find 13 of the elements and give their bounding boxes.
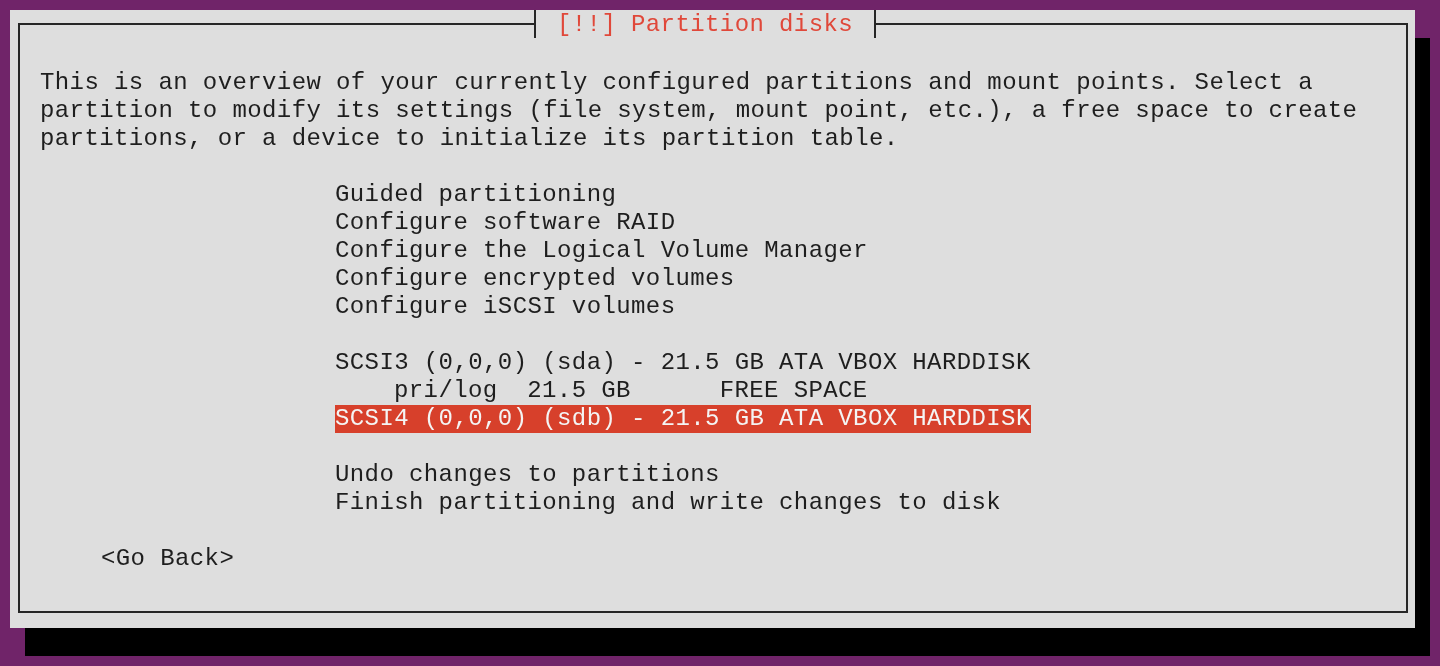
menu-item[interactable]: Configure encrypted volumes xyxy=(335,265,735,293)
menu-item[interactable]: SCSI4 (0,0,0) (sdb) - 21.5 GB ATA VBOX HARDDISK xyxy=(335,405,1031,433)
menu-item[interactable]: Configure iSCSI volumes xyxy=(335,293,676,321)
menu-item[interactable]: Configure the Logical Volume Manager xyxy=(335,237,868,265)
description-text: This is an overview of your currently configured partitions and mount points. Select a partition to modify its settings (file system, mount point, etc.), a free space to create partitions, or a device to initialize its partition table. xyxy=(40,69,1359,153)
menu-item[interactable]: Finish partitioning and write changes to disk xyxy=(335,489,1002,517)
menu-item[interactable]: SCSI3 (0,0,0) (sda) - 21.5 GB ATA VBOX HARDDISK xyxy=(335,349,1031,377)
menu-item[interactable]: pri/log 21.5 GB FREE SPACE xyxy=(394,377,868,405)
menu-item[interactable]: Undo changes to partitions xyxy=(335,461,720,489)
go-back-button[interactable]: <Go Back> xyxy=(101,545,235,573)
dialog-title: [!!] Partition disks xyxy=(534,10,877,38)
menu-item[interactable]: Configure software RAID xyxy=(335,209,676,237)
menu-item[interactable]: Guided partitioning xyxy=(335,181,617,209)
